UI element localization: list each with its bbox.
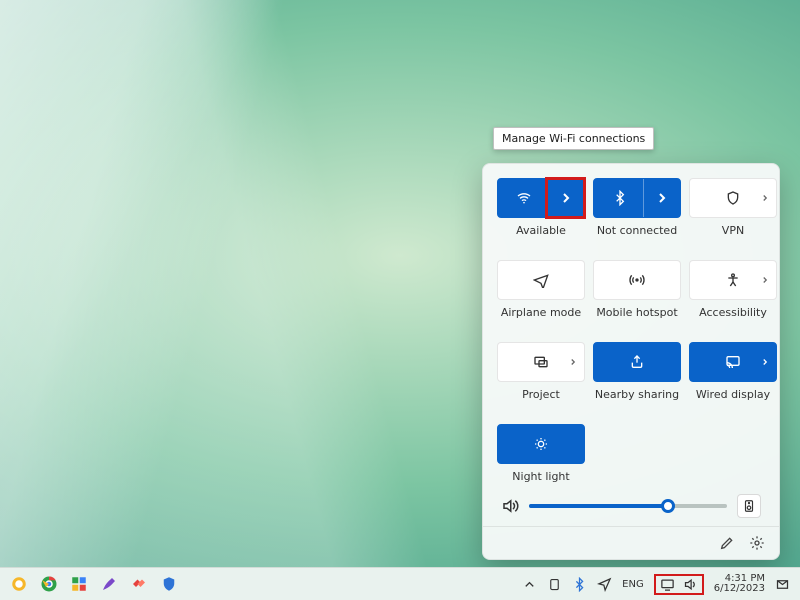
shield-icon bbox=[725, 190, 741, 206]
speaker-icon[interactable] bbox=[501, 497, 519, 515]
chevron-right-icon bbox=[558, 190, 574, 206]
network-tray-icon[interactable] bbox=[660, 577, 675, 592]
onedrive-tray-icon[interactable] bbox=[547, 577, 562, 592]
wifi-label: Available bbox=[497, 224, 585, 238]
accessibility-tile[interactable] bbox=[689, 260, 777, 300]
project-tile[interactable] bbox=[497, 342, 585, 382]
night-light-icon bbox=[533, 436, 549, 452]
bluetooth-icon bbox=[612, 190, 628, 206]
taskbar: ENG 4:31 PM 6/12/2023 bbox=[0, 567, 800, 600]
bluetooth-label: Not connected bbox=[593, 224, 681, 238]
cast-icon bbox=[725, 354, 741, 370]
chevron-right-icon bbox=[760, 357, 770, 367]
location-tray-icon[interactable] bbox=[597, 577, 612, 592]
app-icon-security[interactable] bbox=[160, 575, 178, 593]
bluetooth-tile[interactable] bbox=[593, 178, 681, 218]
hotspot-label: Mobile hotspot bbox=[593, 306, 681, 320]
night-light-tile[interactable] bbox=[497, 424, 585, 464]
wifi-icon bbox=[516, 190, 532, 206]
wifi-expand-button[interactable] bbox=[547, 179, 584, 217]
quick-settings-panel: Manage Wi-Fi connections Available bbox=[482, 163, 780, 560]
volume-tray-icon[interactable] bbox=[683, 577, 698, 592]
hotspot-icon bbox=[629, 272, 645, 288]
bluetooth-tray-icon[interactable] bbox=[572, 577, 587, 592]
notifications-tray-icon[interactable] bbox=[775, 577, 790, 592]
wifi-tile[interactable] bbox=[497, 178, 585, 218]
wifi-toggle[interactable] bbox=[498, 179, 550, 217]
chevron-right-icon bbox=[654, 190, 670, 206]
nightlight-label: Night light bbox=[497, 470, 585, 484]
mobile-hotspot-tile[interactable] bbox=[593, 260, 681, 300]
clock-date: 6/12/2023 bbox=[714, 584, 765, 595]
taskbar-pinned-apps bbox=[0, 575, 178, 593]
airplane-label: Airplane mode bbox=[497, 306, 585, 320]
tray-overflow-chevron-icon[interactable] bbox=[522, 577, 537, 592]
volume-slider[interactable] bbox=[529, 504, 727, 508]
bluetooth-expand-button[interactable] bbox=[643, 179, 680, 217]
bluetooth-toggle[interactable] bbox=[594, 179, 646, 217]
taskbar-clock[interactable]: 4:31 PM 6/12/2023 bbox=[714, 574, 765, 595]
project-icon bbox=[533, 354, 549, 370]
wired-display-tile[interactable] bbox=[689, 342, 777, 382]
airplane-mode-tile[interactable] bbox=[497, 260, 585, 300]
sound-output-icon bbox=[742, 499, 756, 513]
chevron-right-icon bbox=[760, 193, 770, 203]
vpn-tile[interactable] bbox=[689, 178, 777, 218]
app-icon-store[interactable] bbox=[70, 575, 88, 593]
app-icon-anydesk[interactable] bbox=[130, 575, 148, 593]
app-icon-browser1[interactable] bbox=[10, 575, 28, 593]
panel-footer bbox=[483, 526, 779, 553]
project-label: Project bbox=[497, 388, 585, 402]
wired-label: Wired display bbox=[689, 388, 777, 402]
vpn-label: VPN bbox=[689, 224, 777, 238]
accessibility-label: Accessibility bbox=[689, 306, 777, 320]
airplane-icon bbox=[533, 272, 549, 288]
audio-output-button[interactable] bbox=[737, 494, 761, 518]
volume-row bbox=[483, 490, 779, 526]
accessibility-icon bbox=[725, 272, 741, 288]
network-sound-tray-group[interactable] bbox=[654, 574, 704, 595]
app-icon-paint[interactable] bbox=[100, 575, 118, 593]
wifi-expand-tooltip: Manage Wi-Fi connections bbox=[493, 127, 654, 150]
gear-icon[interactable] bbox=[749, 535, 765, 551]
chevron-right-icon bbox=[568, 357, 578, 367]
language-indicator[interactable]: ENG bbox=[622, 579, 644, 590]
app-icon-chrome[interactable] bbox=[40, 575, 58, 593]
share-icon bbox=[629, 354, 645, 370]
nearby-sharing-tile[interactable] bbox=[593, 342, 681, 382]
nearby-label: Nearby sharing bbox=[593, 388, 681, 402]
system-tray: ENG 4:31 PM 6/12/2023 bbox=[522, 574, 800, 595]
chevron-right-icon bbox=[760, 275, 770, 285]
quick-settings-tiles: Available Not connected VPN bbox=[483, 164, 779, 490]
edit-icon[interactable] bbox=[719, 535, 735, 551]
